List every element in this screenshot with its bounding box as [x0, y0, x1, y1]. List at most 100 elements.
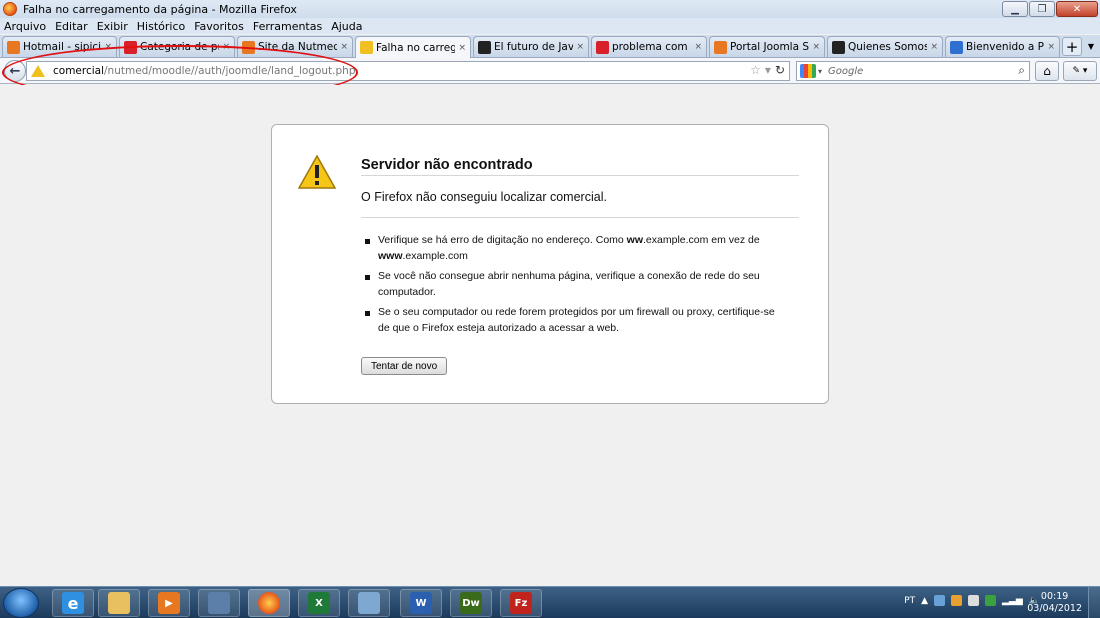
- chevron-down-icon[interactable]: ▾: [818, 67, 822, 76]
- media-player-icon: ▶: [158, 592, 180, 614]
- site-favicon-icon: [950, 40, 963, 54]
- clock[interactable]: 00:19 03/04/2012: [1027, 591, 1082, 615]
- joomla-icon: [242, 40, 255, 54]
- tab-label: Quienes Somos ?: [848, 41, 928, 53]
- warning-triangle-icon: [298, 155, 336, 189]
- tab-hotmail[interactable]: Hotmail - sipicius... ×: [2, 36, 117, 57]
- addon-dropdown-button[interactable]: ✎ ▾: [1063, 61, 1097, 81]
- back-button[interactable]: ←: [4, 60, 26, 82]
- site-favicon-icon: [596, 40, 609, 54]
- tab-label: Site da Nutmed - ...: [258, 41, 338, 53]
- site-favicon-icon: [124, 40, 137, 54]
- taskbar-firefox[interactable]: [248, 589, 290, 617]
- tab-quienes-somos[interactable]: Quienes Somos ? ×: [827, 36, 943, 57]
- taskbar-windows-explorer[interactable]: [98, 589, 140, 617]
- tab-label: Bienvenido a Pixe...: [966, 41, 1044, 53]
- tab-label: El futuro de Javas...: [494, 41, 573, 53]
- google-icon[interactable]: [800, 64, 816, 78]
- menu-favoritos[interactable]: Favoritos: [194, 20, 244, 33]
- taskbar-tools[interactable]: [198, 589, 240, 617]
- tab-close-icon[interactable]: ×: [812, 42, 820, 52]
- retry-button[interactable]: Tentar de novo: [361, 357, 448, 375]
- hotmail-icon: [7, 40, 20, 54]
- security-icon[interactable]: [985, 595, 997, 606]
- menu-exibir[interactable]: Exibir: [97, 20, 128, 33]
- menu-historico[interactable]: Histórico: [137, 20, 185, 33]
- search-box[interactable]: ▾ Google ⌕: [796, 61, 1030, 81]
- start-button[interactable]: [3, 588, 39, 618]
- tab-close-icon[interactable]: ×: [576, 42, 584, 52]
- taskbar-excel[interactable]: X: [298, 589, 340, 617]
- tab-problema[interactable]: problema com m... ×: [591, 36, 707, 57]
- folder-icon: [108, 592, 130, 614]
- list-all-tabs-button[interactable]: ▼: [1084, 37, 1098, 56]
- tab-close-icon[interactable]: ×: [222, 42, 230, 52]
- language-indicator[interactable]: PT: [904, 596, 915, 606]
- taskbar-internet-explorer[interactable]: e: [52, 589, 94, 617]
- taskbar-dreamweaver[interactable]: Dw: [450, 589, 492, 617]
- bookmark-star-icon[interactable]: ☆: [750, 63, 761, 77]
- tab-close-icon[interactable]: ×: [104, 42, 112, 52]
- bullet-bold: www: [378, 249, 403, 262]
- tab-bienvenido[interactable]: Bienvenido a Pixe... ×: [945, 36, 1060, 57]
- bullet-bold: ww: [626, 234, 644, 246]
- tab-label: Portal Joomla Spa...: [730, 41, 810, 53]
- restore-button[interactable]: ❐: [1029, 1, 1055, 17]
- site-favicon-icon: [832, 40, 845, 54]
- page-content: Servidor não encontrado O Firefox não co…: [0, 85, 1100, 586]
- excel-icon: X: [308, 592, 330, 614]
- menu-bar: Arquivo Editar Exibir Histórico Favorito…: [0, 18, 1100, 34]
- tab-close-icon[interactable]: ×: [694, 42, 702, 52]
- menu-ferramentas[interactable]: Ferramentas: [253, 20, 322, 33]
- network-app-icon[interactable]: [934, 595, 946, 606]
- home-button[interactable]: ⌂: [1035, 61, 1059, 81]
- url-actions: ☆ ▾ ↻: [750, 63, 785, 77]
- url-path: /nutmed/moodle//auth/joomdle/land_logout…: [104, 65, 356, 77]
- tab-close-icon[interactable]: ×: [458, 43, 466, 53]
- window-title: Falha no carregamento da página - Mozill…: [23, 2, 297, 16]
- firefox-icon: [258, 592, 280, 614]
- tab-falha-active[interactable]: Falha no carrega... ×: [355, 36, 471, 58]
- list-item: Se o seu computador ou rede forem proteg…: [364, 305, 784, 336]
- firefox-logo-icon: [3, 2, 17, 16]
- taskbar-notepad[interactable]: [348, 589, 390, 617]
- tab-close-icon[interactable]: ×: [1047, 42, 1055, 52]
- close-window-button[interactable]: ✕: [1056, 1, 1098, 17]
- taskbar: e ▶ X W Dw Fz PT ▲ ▂▃▅ 🔈 00:19 03/04/201…: [0, 586, 1100, 618]
- tab-portal-joomla[interactable]: Portal Joomla Spa... ×: [709, 36, 825, 57]
- menu-arquivo[interactable]: Arquivo: [4, 20, 46, 33]
- menu-editar[interactable]: Editar: [55, 20, 88, 33]
- list-item: Verifique se há erro de digitação no end…: [364, 233, 784, 264]
- search-icon[interactable]: ⌕: [1018, 63, 1025, 78]
- bullet-text: .example.com: [402, 249, 468, 262]
- tab-nutmed[interactable]: Site da Nutmed - ... ×: [237, 36, 353, 57]
- show-desktop-button[interactable]: [1088, 587, 1100, 618]
- device-icon[interactable]: [968, 595, 980, 606]
- signal-icon[interactable]: ▂▃▅: [1002, 596, 1023, 606]
- history-dropdown-icon[interactable]: ▾: [765, 63, 771, 77]
- tab-close-icon[interactable]: ×: [340, 42, 348, 52]
- notepad-icon: [358, 592, 380, 614]
- menu-ajuda[interactable]: Ajuda: [331, 20, 362, 33]
- tray-app-icon[interactable]: [951, 595, 963, 606]
- dreamweaver-icon: Dw: [460, 592, 482, 614]
- clock-time: 00:19: [1040, 591, 1069, 602]
- tab-futuro-javascript[interactable]: El futuro de Javas... ×: [473, 36, 589, 57]
- taskbar-word[interactable]: W: [400, 589, 442, 617]
- suggestion-list: Verifique se há erro de digitação no end…: [364, 233, 784, 341]
- reload-icon[interactable]: ↻: [775, 63, 785, 77]
- word-icon: W: [410, 592, 432, 614]
- divider: [361, 175, 799, 176]
- tab-label: Hotmail - sipicius...: [23, 41, 102, 53]
- minimize-button[interactable]: ▁: [1002, 1, 1028, 17]
- url-bar[interactable]: comercial/nutmed/moodle//auth/joomdle/la…: [26, 61, 790, 81]
- new-tab-button[interactable]: +: [1062, 37, 1082, 56]
- tab-categoria[interactable]: Categoria de pro... ×: [119, 36, 235, 57]
- tools-icon: [208, 592, 230, 614]
- taskbar-media-player[interactable]: ▶: [148, 589, 190, 617]
- taskbar-filezilla[interactable]: Fz: [500, 589, 542, 617]
- tab-close-icon[interactable]: ×: [930, 42, 938, 52]
- tray-expand-icon[interactable]: ▲: [921, 596, 928, 606]
- window-controls: ▁ ❐ ✕: [1002, 1, 1098, 17]
- tab-label: Falha no carrega...: [376, 41, 455, 54]
